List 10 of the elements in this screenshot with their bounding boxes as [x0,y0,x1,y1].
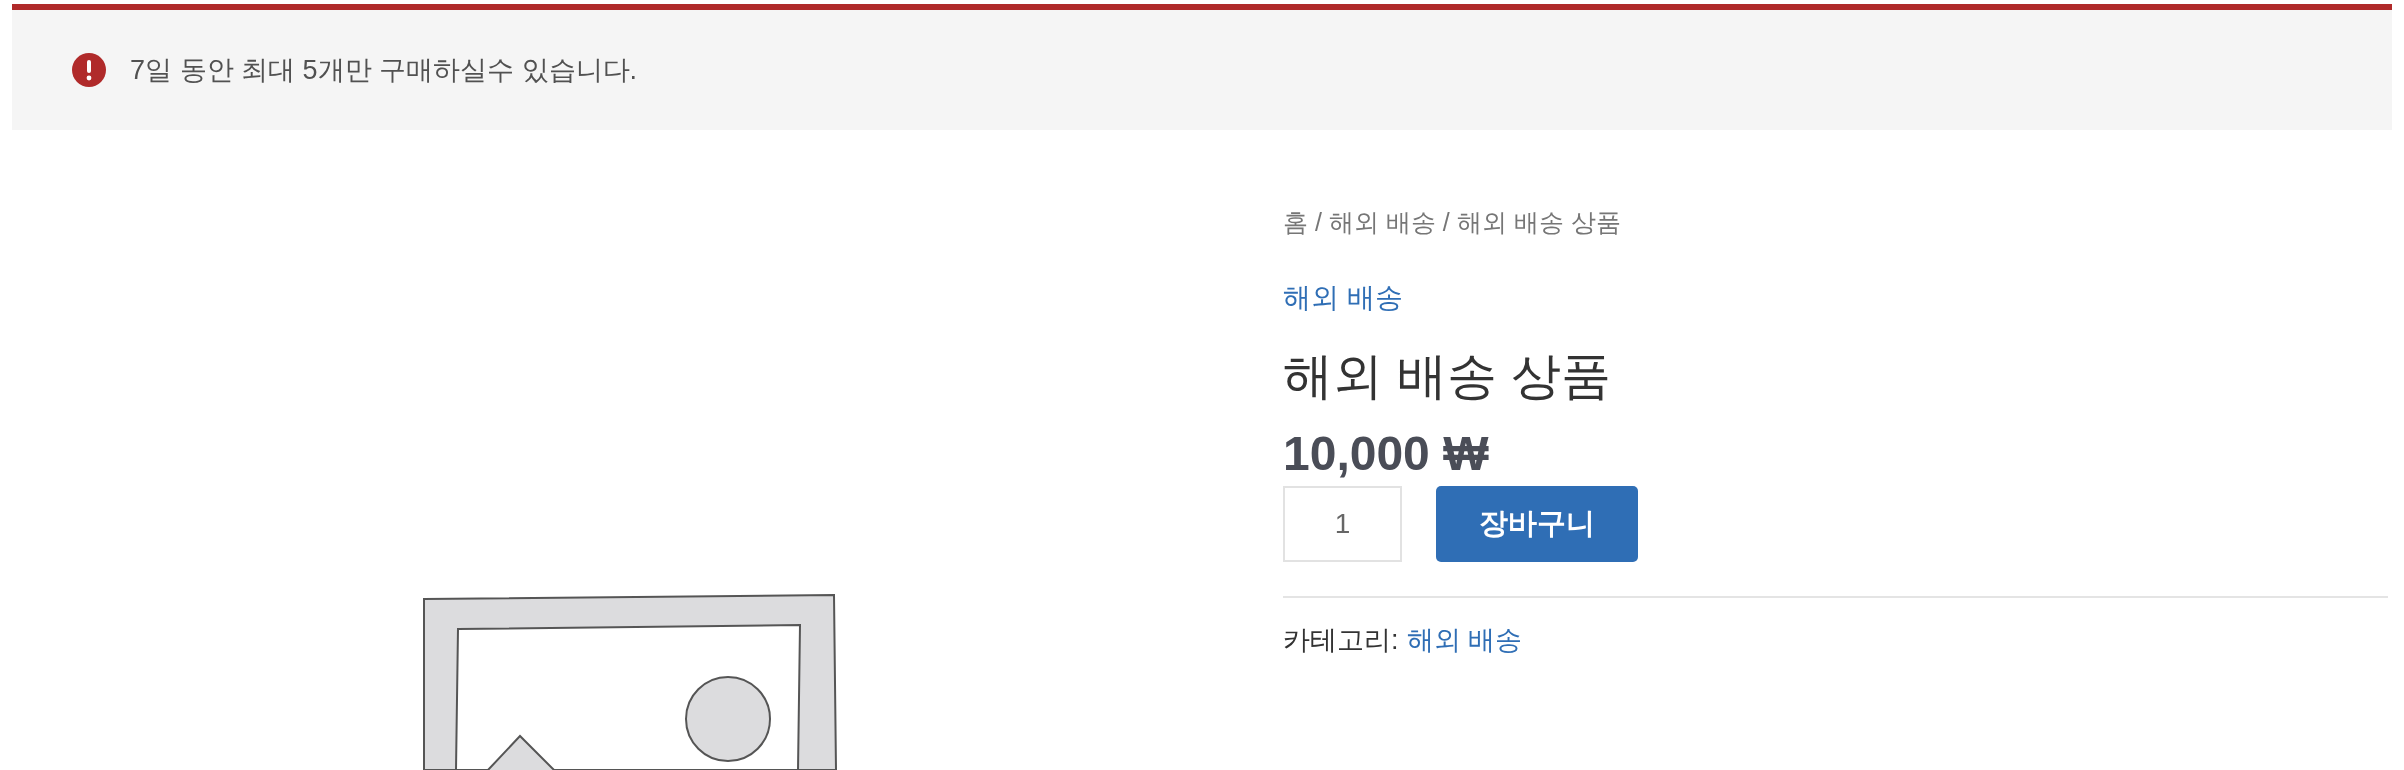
breadcrumb: 홈 / 해외 배송 / 해외 배송 상품 [1283,207,1622,238]
add-to-cart-button[interactable]: 장바구니 [1436,486,1638,562]
notice-message: 7일 동안 최대 5개만 구매하실수 있습니다. [130,53,638,87]
category-link[interactable]: 해외 배송 [1283,280,1403,316]
quantity-field[interactable]: 1 [1283,486,1402,562]
product-price: 10,000 ₩ [1283,426,1490,482]
product-title: 해외 배송 상품 [1283,347,1612,406]
category-label: 카테고리: [1283,624,1399,657]
error-icon [72,53,106,87]
category-link[interactable]: 해외 배송 [1406,622,1523,658]
